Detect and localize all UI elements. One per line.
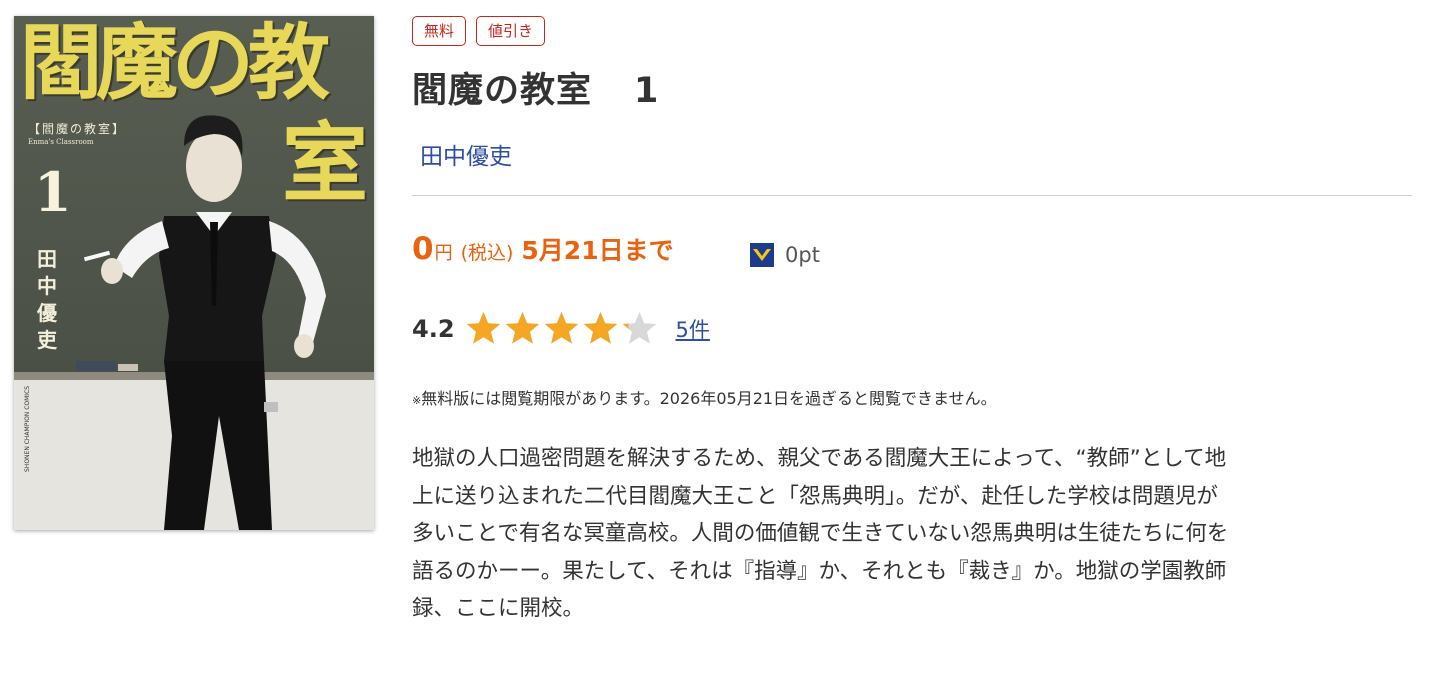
- price-value: 0: [412, 231, 434, 267]
- star-icon: [583, 312, 617, 344]
- book-info: 無料 値引き 閻魔の教室 1 田中優吏 0 円 (税込) 5月21日まで 0pt …: [412, 16, 1412, 621]
- price: 0 円 (税込) 5月21日まで: [412, 231, 674, 267]
- badge-discount: 値引き: [476, 16, 546, 46]
- notice-mark: ※: [412, 394, 422, 407]
- cover-volume: 1: [34, 160, 72, 224]
- book-cover[interactable]: 閻魔の教 室 【閻魔の教室】 Enma's Classroom 1 田中優吏 S…: [14, 16, 374, 530]
- cover-title-line1: 閻魔の教: [20, 16, 330, 111]
- free-notice: ※無料版には閲覧期限があります。2026年05月21日を過ぎると閲覧できません。: [412, 385, 997, 409]
- star-icon: [505, 312, 539, 344]
- price-currency: 円: [434, 243, 453, 264]
- cover-subtitle-small: Enma's Classroom: [28, 138, 94, 146]
- author-link[interactable]: 田中優吏: [420, 137, 512, 171]
- cover-title-line2: 室: [282, 113, 368, 214]
- points-value: 0pt: [785, 243, 820, 267]
- rating-value: 4.2: [412, 314, 455, 343]
- book-title-volume: 1: [634, 71, 660, 111]
- star-icon: [622, 312, 656, 344]
- points: 0pt: [748, 241, 820, 269]
- divider: [412, 195, 1412, 196]
- cover-brand: SHONEN CHAMPION COMICS: [24, 386, 32, 472]
- book-title-name: 閻魔の教室: [412, 71, 593, 111]
- badge-free: 無料: [412, 16, 467, 46]
- star-icon: [466, 312, 500, 344]
- rating: 4.2 5件: [412, 310, 710, 347]
- badge-list: 無料 値引き: [412, 16, 1412, 46]
- cover-author: 田中優吏: [37, 247, 57, 352]
- book-title: 閻魔の教室 1: [412, 68, 659, 114]
- book-description: 地獄の人口過密問題を解決するため、親父である閻魔大王によって、“教師”として地 …: [412, 446, 1229, 621]
- review-count-link[interactable]: 5件: [676, 314, 710, 344]
- star-icon: [544, 312, 578, 344]
- price-tax-label: (税込): [460, 242, 514, 264]
- rating-stars: [465, 310, 658, 347]
- points-icon: [750, 243, 774, 267]
- price-deadline: 5月21日まで: [521, 236, 674, 265]
- cover-subtitle: 【閻魔の教室】: [28, 122, 127, 136]
- notice-text: 無料版には閲覧期限があります。2026年05月21日を過ぎると閲覧できません。: [421, 389, 997, 408]
